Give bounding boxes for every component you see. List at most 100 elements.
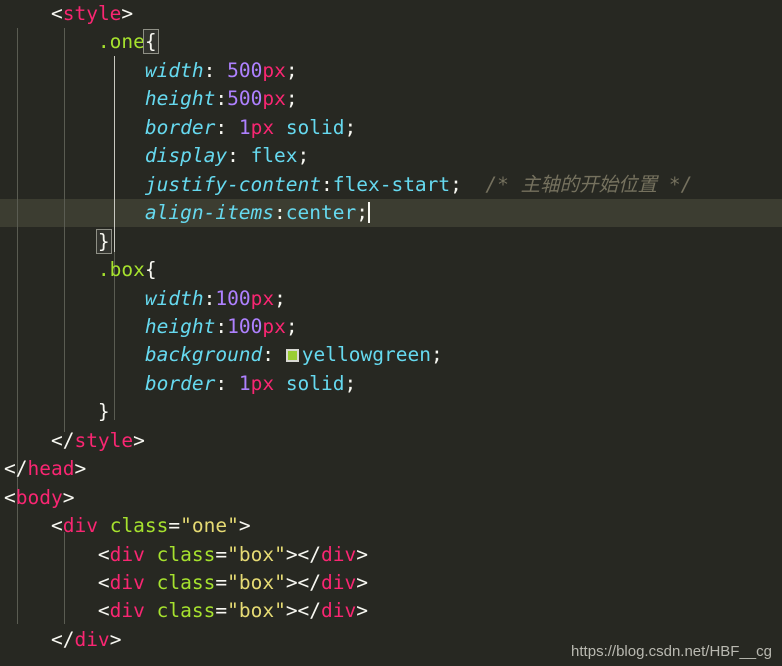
token-punc: : — [203, 286, 216, 310]
token-punc: ; — [297, 144, 310, 168]
token-punc: </ — [50, 627, 75, 651]
token-punc: ></ — [285, 599, 322, 623]
code-line[interactable]: </head> — [0, 455, 782, 483]
token-punc: ; — [344, 371, 357, 395]
token-tag: head — [27, 457, 75, 481]
code-line[interactable]: align-items:center; — [0, 199, 782, 227]
token-unit: px — [250, 286, 275, 310]
token-val: solid — [274, 115, 345, 139]
code-line[interactable]: <div class="box"></div> — [0, 541, 782, 569]
token-punc: } — [97, 400, 110, 424]
token-val: center — [285, 201, 357, 225]
token-punc: : — [321, 172, 333, 196]
color-swatch-icon[interactable] — [285, 349, 299, 363]
token-punc: > — [356, 542, 369, 566]
token-punc: : — [215, 371, 228, 395]
token-punc: : — [203, 58, 216, 82]
code-line[interactable]: } — [0, 228, 782, 256]
token-tag: style — [74, 428, 134, 452]
token-prop: border — [144, 115, 216, 139]
token-val: yellowgreen — [301, 343, 431, 367]
token-attr: class — [156, 599, 216, 623]
token-val: solid — [274, 371, 345, 395]
code-line[interactable]: <div class="box"></div> — [0, 597, 782, 625]
token-val: flex-start — [332, 172, 451, 196]
token-val: flex — [238, 144, 298, 168]
code-line[interactable]: display: flex; — [0, 142, 782, 170]
code-line[interactable]: justify-content:flex-start; /* 主轴的开始位置 *… — [0, 171, 782, 199]
code-line[interactable]: <div class="one"> — [0, 512, 782, 540]
token-prop: width — [144, 286, 204, 310]
token-num: 100 — [227, 314, 263, 338]
token-str: "box" — [227, 599, 286, 623]
token-punc: ; — [344, 115, 357, 139]
code-line[interactable]: <div class="box"></div> — [0, 569, 782, 597]
token-num: 100 — [215, 286, 251, 310]
token-num: 1 — [238, 371, 251, 395]
token-punc: </ — [50, 428, 75, 452]
code-line[interactable]: .one{ — [0, 28, 782, 56]
token-str: "box" — [227, 571, 286, 594]
code-line[interactable]: width:100px; — [0, 285, 782, 313]
token-tag: div — [74, 627, 110, 651]
code-line[interactable]: border: 1px solid; — [0, 370, 782, 398]
code-line[interactable]: border: 1px solid; — [0, 114, 782, 142]
token-punc: : — [215, 87, 228, 111]
token-unit: px — [262, 314, 286, 338]
token-punc: > — [74, 457, 87, 481]
token-str: "box" — [227, 542, 286, 566]
token-punc: : — [262, 343, 275, 367]
token-punc: { — [144, 258, 157, 282]
code-line[interactable]: height:100px; — [0, 313, 782, 341]
token-prop: background — [144, 343, 263, 367]
token-tag: div — [321, 571, 357, 594]
token-punc: ; — [274, 286, 286, 310]
token-punc: : — [227, 144, 239, 168]
code-line[interactable]: <body> — [0, 484, 782, 512]
token-punc: < — [4, 485, 16, 509]
token-num: 500 — [227, 87, 263, 111]
token-prop: align-items — [144, 201, 275, 225]
code-line[interactable]: height:500px; — [0, 85, 782, 113]
token-punc: : — [215, 115, 228, 139]
token-punc: ; — [450, 172, 462, 196]
token-num: 1 — [238, 115, 251, 139]
code-line[interactable]: <style> — [0, 0, 782, 28]
code-line[interactable]: width: 500px; — [0, 57, 782, 85]
token-punc: { — [142, 29, 159, 55]
token-punc: : — [274, 201, 286, 225]
code-line[interactable]: } — [0, 398, 782, 426]
token-prop: border — [144, 371, 216, 395]
code-line[interactable]: background: yellowgreen; — [0, 341, 782, 369]
token-punc: = — [215, 599, 228, 623]
token-unit: px — [250, 371, 275, 395]
code-line[interactable]: </style> — [0, 427, 782, 455]
token-punc: ; — [285, 58, 298, 82]
code-line[interactable]: .box{ — [0, 256, 782, 284]
code-editor[interactable]: <style> .one{ width: 500px; height:500px… — [0, 0, 782, 666]
token-tag: div — [321, 599, 357, 623]
